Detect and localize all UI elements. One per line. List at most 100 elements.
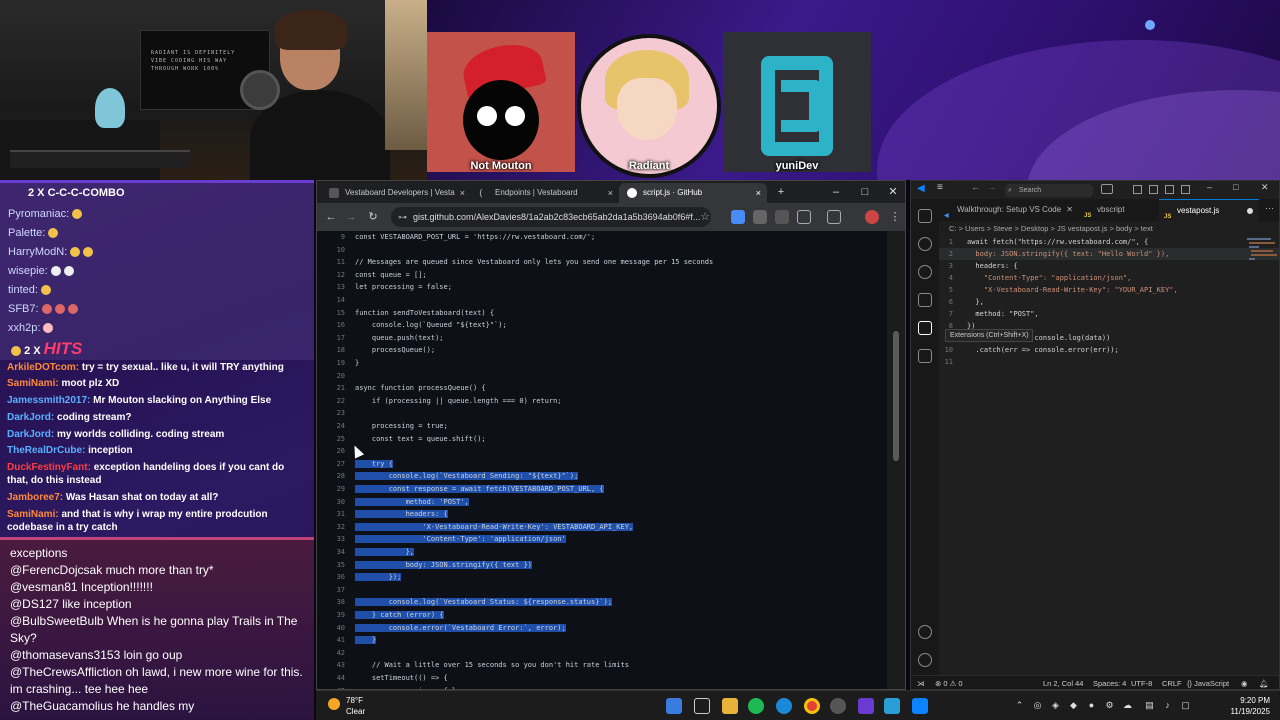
obs-icon[interactable] <box>830 698 846 714</box>
code-line[interactable]: 36 }); <box>317 571 889 584</box>
scrollbar[interactable] <box>887 231 905 689</box>
back-arrow-icon[interactable]: ← <box>971 182 980 192</box>
tray-app-icon[interactable]: ▢ <box>1180 700 1191 711</box>
code-line[interactable]: 24 processing = true; <box>317 420 889 433</box>
search-icon[interactable] <box>918 237 932 251</box>
file-explorer-icon[interactable] <box>722 698 738 714</box>
toggle-secondary-sidebar-icon[interactable] <box>1181 185 1190 194</box>
close-window-button[interactable]: ✕ <box>879 181 905 203</box>
more-actions-icon[interactable]: ⋯ <box>1265 203 1274 214</box>
code-line[interactable]: 38 console.log(`Vestaboard Status: ${res… <box>317 596 889 609</box>
code-line[interactable]: 32 'X-Vestaboard-Read-Write-Key': VESTAB… <box>317 521 889 534</box>
windows-start-icon[interactable] <box>666 698 682 714</box>
close-tab-icon[interactable]: × <box>756 183 761 203</box>
encoding[interactable]: UTF-8 <box>1131 676 1152 689</box>
line-endings[interactable]: CRLF <box>1162 676 1182 689</box>
code-line[interactable]: 34 }, <box>317 546 889 559</box>
code-line[interactable]: 19} <box>317 357 889 370</box>
code-line[interactable]: 13 let processing = false; <box>317 281 889 294</box>
code-line[interactable]: 26 <box>317 445 889 458</box>
explorer-icon[interactable] <box>918 209 932 223</box>
editor-line[interactable]: 11 <box>939 356 1279 368</box>
tray-app-icon[interactable]: ◆ <box>1068 700 1079 711</box>
editor-line[interactable]: 2 body: JSON.stringify({ text: "Hello Wo… <box>939 248 1279 260</box>
close-tab-icon[interactable]: × <box>608 183 613 203</box>
layout-icon[interactable] <box>1133 185 1142 194</box>
code-line[interactable]: 10 <box>317 244 889 257</box>
language-mode[interactable]: {} JavaScript <box>1187 676 1229 689</box>
code-line[interactable]: 39 } catch (error) { <box>317 609 889 622</box>
editor-line[interactable]: 6 }, <box>939 296 1279 308</box>
tray-app-icon[interactable]: ◎ <box>1032 700 1043 711</box>
code-line[interactable]: 20 <box>317 370 889 383</box>
tab-vestapost-js[interactable]: JS vestapost.js <box>1159 199 1259 221</box>
minimize-button[interactable]: – <box>1207 182 1212 192</box>
app-icon[interactable] <box>858 698 874 714</box>
code-line[interactable]: 27 try { <box>317 458 889 471</box>
editor-line[interactable]: 1 await fetch("https://rw.vestaboard.com/… <box>939 236 1279 248</box>
back-arrow-icon[interactable]: ← <box>323 209 339 225</box>
weather-widget[interactable]: 78°F Clear <box>328 695 365 717</box>
remote-explorer-icon[interactable] <box>918 349 932 363</box>
code-line[interactable]: 35 body: JSON.stringify({ text }) <box>317 559 889 572</box>
unsaved-dot-icon[interactable] <box>1247 208 1253 214</box>
network-icon[interactable]: ▤ <box>1144 700 1155 711</box>
address-bar[interactable]: ⊶ gist.github.com/AlexDavies8/1a2ab2c83e… <box>391 207 711 227</box>
code-line[interactable]: 23 <box>317 407 889 420</box>
tray-app-icon[interactable]: ⚙ <box>1104 700 1115 711</box>
tab-walkthrough[interactable]: ◀ Walkthrough: Setup VS Code ✕ <box>939 199 1079 221</box>
forward-arrow-icon[interactable]: → <box>987 182 996 192</box>
run-debug-icon[interactable] <box>918 293 932 307</box>
code-line[interactable]: 18 processQueue(); <box>317 344 889 357</box>
code-line[interactable]: 22 if (processing || queue.length === 0)… <box>317 395 889 408</box>
breadcrumb[interactable]: C: > Users > Steve > Desktop > JS vestap… <box>939 221 1279 236</box>
command-search-input[interactable]: ⌕ Search <box>1005 184 1093 197</box>
tab-vbscript[interactable]: JS vbscript <box>1079 199 1159 221</box>
code-line[interactable]: 42 <box>317 647 889 660</box>
menu-kebab-icon[interactable]: ⋮ <box>887 209 903 225</box>
close-window-button[interactable]: ✕ <box>1261 182 1269 193</box>
settings-gear-icon[interactable] <box>918 653 932 667</box>
edge-icon[interactable] <box>776 698 792 714</box>
bookmark-star-icon[interactable]: ☆ <box>697 209 713 225</box>
reload-icon[interactable]: ↻ <box>365 209 381 225</box>
extensions-icon[interactable] <box>918 321 932 335</box>
code-line[interactable]: 15 function sendToVestaboard(text) { <box>317 307 889 320</box>
site-info-icon[interactable]: ⊶ <box>398 207 407 227</box>
editor-line[interactable]: 10 .catch(err => console.error(err)); <box>939 344 1279 356</box>
cursor-position[interactable]: Ln 2, Col 44 <box>1043 676 1083 689</box>
close-tab-icon[interactable]: ✕ <box>1066 199 1073 221</box>
editor-line[interactable]: 5 "X-Vestaboard-Read-Write-Key": "YOUR_A… <box>939 284 1279 296</box>
code-line[interactable]: 30 method: 'POST', <box>317 496 889 509</box>
code-line[interactable]: 40 console.error(`Vestaboard Error:`, er… <box>317 622 889 635</box>
notifications-bell-icon[interactable]: 🔔︎ <box>1259 676 1269 689</box>
code-line[interactable]: 44 setTimeout(() => { <box>317 672 889 685</box>
editor-line[interactable]: 7 method: "POST", <box>939 308 1279 320</box>
vscode-taskbar-icon[interactable] <box>912 698 928 714</box>
tab-vestaboard-developers[interactable]: Vestaboard Developers | Vesta × <box>321 183 471 203</box>
code-editor[interactable]: 1 await fetch("https://rw.vestaboard.com/… <box>939 236 1279 675</box>
scrollbar-thumb[interactable] <box>893 331 899 461</box>
telegram-icon[interactable] <box>884 698 900 714</box>
forward-arrow-icon[interactable]: → <box>343 209 359 225</box>
toggle-panel-icon[interactable] <box>1165 185 1174 194</box>
maximize-button[interactable]: □ <box>1233 182 1238 192</box>
tray-app-icon[interactable]: ☁ <box>1122 700 1133 711</box>
spotify-icon[interactable] <box>748 698 764 714</box>
copilot-status-icon[interactable]: ◉ <box>1241 676 1248 689</box>
volume-icon[interactable]: ♪ <box>1162 700 1173 711</box>
code-line[interactable]: 12 const queue = []; <box>317 269 889 282</box>
code-line[interactable]: 43 // Wait a little over 15 seconds so y… <box>317 659 889 672</box>
code-line[interactable]: 33 'Content-Type': 'application/json' <box>317 533 889 546</box>
new-tab-button[interactable]: + <box>767 181 795 203</box>
toggle-sidebar-icon[interactable] <box>1149 185 1158 194</box>
editor-line[interactable]: 3 headers: { <box>939 260 1279 272</box>
code-line[interactable]: 16 console.log(`Queued "${text}"`); <box>317 319 889 332</box>
indentation[interactable]: Spaces: 4 <box>1093 676 1126 689</box>
tab-script-github[interactable]: script.js · GitHub × <box>619 183 767 203</box>
code-line[interactable]: 9 const VESTABOARD_POST_URL = 'https://rw… <box>317 231 889 244</box>
close-tab-icon[interactable]: × <box>460 183 465 203</box>
tab-endpoints[interactable]: ⟨ Endpoints | Vestaboard × <box>471 183 619 203</box>
minimize-button[interactable]: – <box>822 181 850 203</box>
code-line[interactable]: 37 <box>317 584 889 597</box>
